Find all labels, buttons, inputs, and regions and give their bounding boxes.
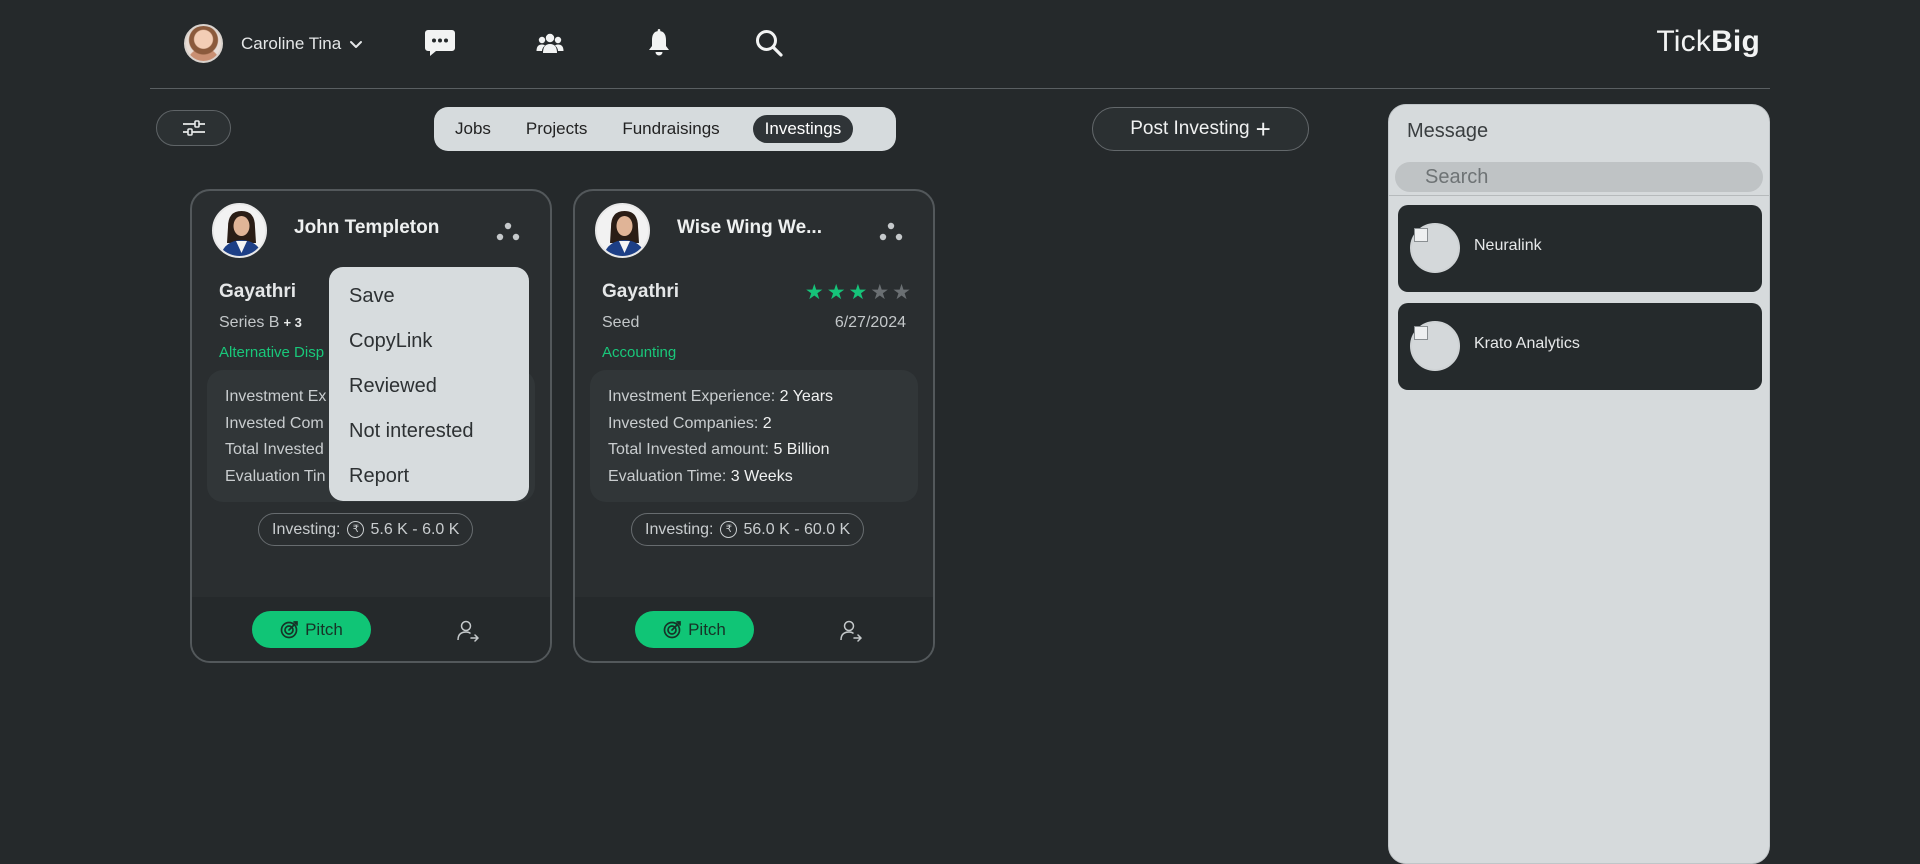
investing-range: Investing: ₹ 56.0 K - 60.0 K — [631, 513, 865, 546]
star-filled-icon: ★ — [848, 281, 868, 304]
pitch-button[interactable]: Pitch — [635, 611, 754, 648]
plus-icon: + — [1255, 114, 1271, 144]
chat-icon[interactable] — [424, 27, 456, 59]
conversation-item[interactable]: Krato Analytics — [1398, 303, 1762, 390]
investor-name[interactable]: Wise Wing We... — [677, 217, 822, 239]
info-line: Evaluation Time: 3 Weeks — [608, 467, 793, 485]
refer-user-icon[interactable] — [839, 620, 863, 642]
investor-name[interactable]: John Templeton — [294, 217, 439, 239]
divider — [1389, 195, 1769, 196]
refer-user-icon[interactable] — [456, 620, 480, 642]
star-filled-icon: ★ — [804, 281, 824, 304]
conversation-item[interactable]: Neuralink — [1398, 205, 1762, 292]
info-line: Invested Companies: 2 — [608, 414, 772, 432]
message-panel: Message Neuralink Krato Analytics — [1388, 104, 1770, 864]
sliders-icon — [182, 120, 205, 136]
message-search-input[interactable] — [1395, 162, 1763, 192]
bell-icon[interactable] — [643, 27, 675, 59]
menu-item-reviewed[interactable]: Reviewed — [329, 369, 529, 414]
menu-item-copylink[interactable]: CopyLink — [329, 324, 529, 369]
more-options-icon[interactable] — [494, 221, 522, 243]
target-icon — [663, 621, 681, 639]
user-menu[interactable]: Caroline Tina — [184, 24, 364, 63]
post-investing-button[interactable]: Post Investing + — [1092, 107, 1309, 151]
stage-extra-count: + 3 — [283, 315, 302, 330]
investor-card[interactable]: Wise Wing We... Gayathri ★ ★ ★ ★ ★ Seed 6/27… — [573, 189, 935, 663]
message-panel-title: Message — [1407, 120, 1489, 142]
currency-icon: ₹ — [347, 521, 365, 538]
investor-subtitle: Gayathri — [219, 281, 297, 302]
category-tabs: Jobs Projects Fundraisings Investings — [434, 107, 896, 151]
people-icon[interactable] — [534, 27, 566, 59]
menu-item-not-interested[interactable]: Not interested — [329, 414, 529, 459]
investor-subtitle: Gayathri — [602, 281, 680, 302]
target-icon — [280, 621, 298, 639]
star-empty-icon: ★ — [870, 281, 890, 304]
currency-icon: ₹ — [720, 521, 738, 538]
filter-button[interactable] — [156, 110, 231, 146]
card-footer — [575, 597, 933, 661]
investment-details: Investment Experience: 2 Years Invested … — [590, 370, 918, 502]
rating-stars: ★ ★ ★ ★ ★ — [805, 282, 911, 303]
menu-item-report[interactable]: Report — [329, 459, 529, 504]
investment-stage: Seed — [602, 314, 640, 331]
posted-date: 6/27/2024 — [834, 314, 906, 331]
star-empty-icon: ★ — [892, 281, 911, 304]
menu-item-save[interactable]: Save — [329, 279, 529, 324]
search-icon[interactable] — [753, 27, 785, 59]
post-investing-label: Post Investing — [1130, 118, 1250, 139]
top-bar: Caroline Tina TickBig — [150, 0, 1770, 89]
star-filled-icon: ★ — [826, 281, 846, 304]
user-name: Caroline Tina — [241, 33, 342, 53]
tab-fundraisings[interactable]: Fundraisings — [622, 119, 719, 139]
card-options-menu: Save CopyLink Reviewed Not interested Re… — [329, 267, 529, 501]
pitch-button[interactable]: Pitch — [252, 611, 371, 648]
conversation-name: Neuralink — [1474, 237, 1542, 254]
info-line: Total Invested amount: 5 Billion — [608, 441, 830, 458]
chevron-down-icon — [350, 40, 363, 48]
investor-avatar — [212, 203, 267, 258]
investment-stage: Series B + 3 — [219, 314, 302, 331]
investor-avatar — [595, 203, 650, 258]
investment-sector: Alternative Disp — [219, 344, 325, 361]
more-options-icon[interactable] — [877, 221, 905, 243]
investment-sector: Accounting — [602, 344, 677, 361]
conversation-avatar — [1410, 321, 1460, 371]
info-line: Investment Experience: 2 Years — [608, 388, 834, 405]
conversation-avatar — [1410, 223, 1460, 273]
brand-logo[interactable]: TickBig — [1656, 25, 1760, 59]
tab-investings[interactable]: Investings — [752, 115, 854, 143]
tab-jobs[interactable]: Jobs — [455, 119, 491, 139]
card-footer — [192, 597, 550, 661]
user-avatar — [184, 24, 223, 63]
tab-projects[interactable]: Projects — [526, 119, 587, 139]
conversation-name: Krato Analytics — [1474, 335, 1580, 352]
investing-range: Investing: ₹ 5.6 K - 6.0 K — [258, 513, 474, 546]
